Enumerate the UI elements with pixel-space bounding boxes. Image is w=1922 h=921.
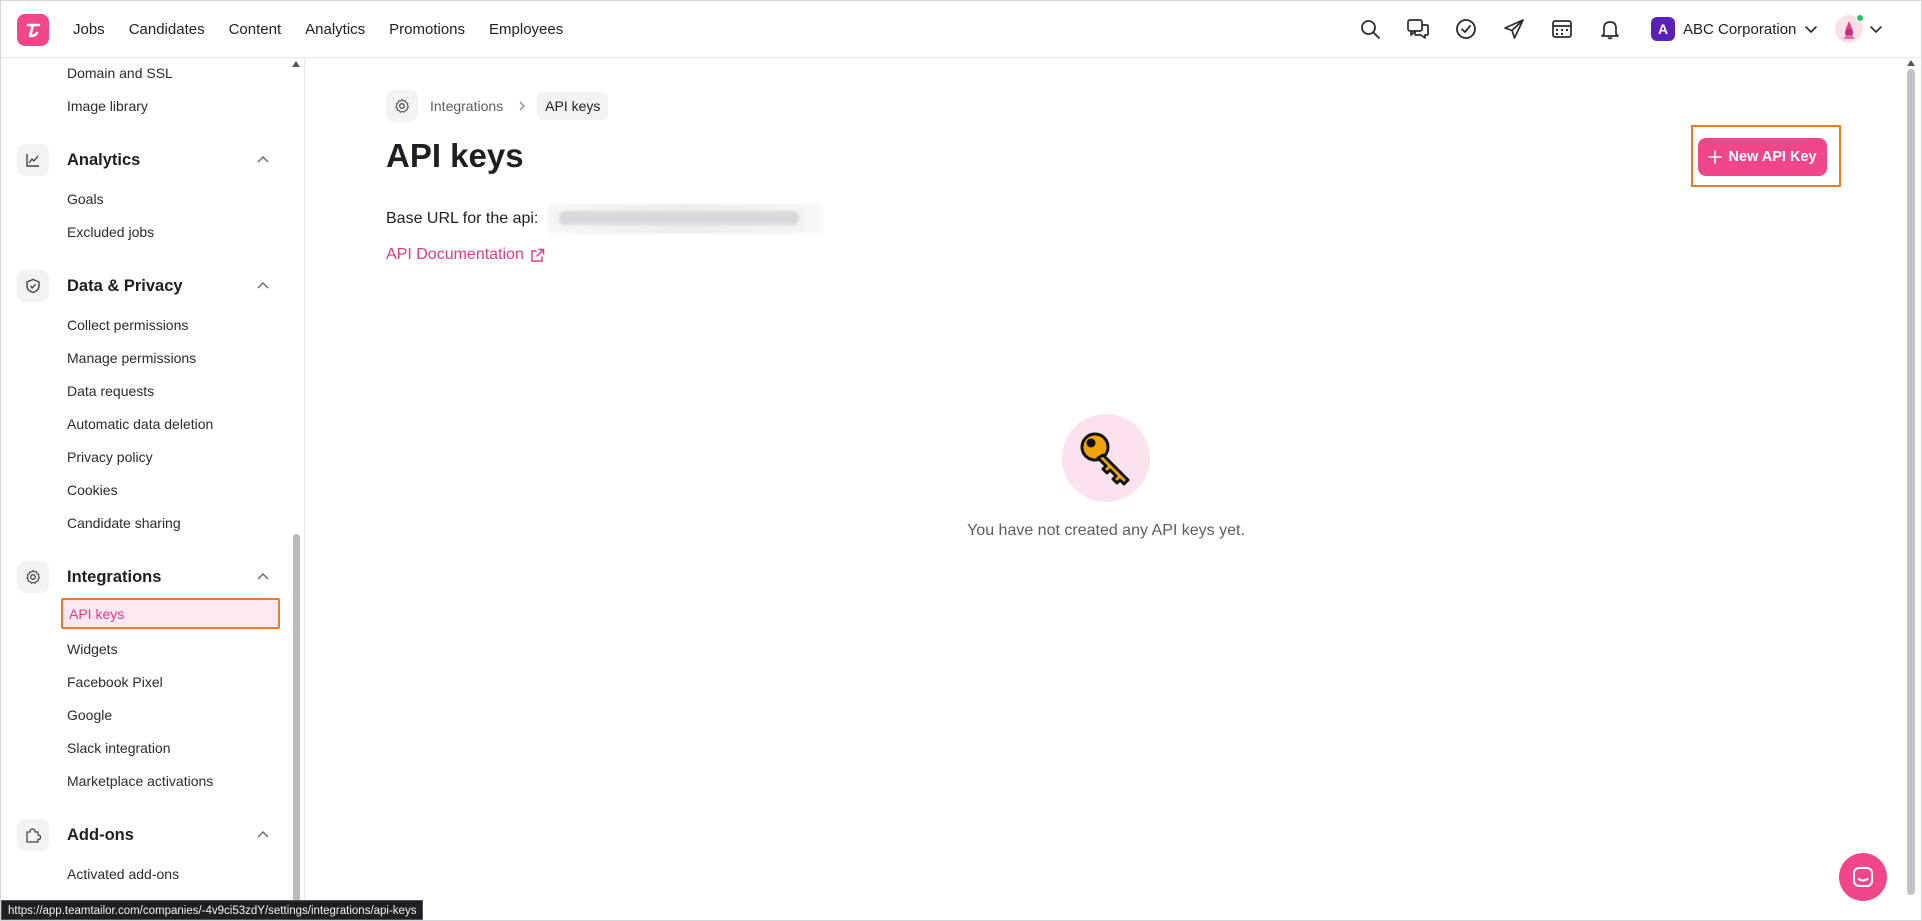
sidebar-item-automatic-data-deletion[interactable]: Automatic data deletion xyxy=(67,416,213,432)
scroll-up-arrow-icon[interactable] xyxy=(292,60,300,68)
sidebar-item-excluded-jobs[interactable]: Excluded jobs xyxy=(67,224,154,240)
sidebar-item-widgets[interactable]: Widgets xyxy=(67,641,118,657)
page-title: API keys xyxy=(386,137,524,174)
base-url-value-redacted xyxy=(547,204,823,234)
page-scroll-up-arrow-icon[interactable] xyxy=(1907,59,1915,67)
sidebar-item-activated-add-ons[interactable]: Activated add-ons xyxy=(67,866,179,882)
company-badge: A xyxy=(1651,17,1675,41)
send-icon[interactable] xyxy=(1502,17,1526,41)
base-url-label: Base URL for the api: xyxy=(386,210,539,227)
sidebar-item-api-keys[interactable]: API keys xyxy=(61,598,280,629)
sidebar-item-marketplace-activations[interactable]: Marketplace activations xyxy=(67,773,213,789)
plus-icon xyxy=(1708,150,1723,164)
messages-icon[interactable] xyxy=(1406,17,1430,41)
sidebar-item-manage-permissions[interactable]: Manage permissions xyxy=(67,350,196,366)
gear-icon xyxy=(17,561,49,593)
puzzle-icon xyxy=(17,819,49,851)
sidebar-item-slack-integration[interactable]: Slack integration xyxy=(67,740,171,756)
breadcrumb: Integrations API keys xyxy=(386,90,609,122)
nav-content[interactable]: Content xyxy=(229,21,282,38)
chevron-up-icon xyxy=(257,282,269,289)
user-menu[interactable] xyxy=(1835,14,1889,43)
teamtailor-logo[interactable] xyxy=(17,14,49,46)
section-label: Analytics xyxy=(67,150,141,169)
bell-icon[interactable] xyxy=(1598,17,1622,41)
sidebar-item-data-requests[interactable]: Data requests xyxy=(67,383,154,399)
sidebar-item-facebook-pixel[interactable]: Facebook Pixel xyxy=(67,674,163,690)
new-api-key-button[interactable]: New API Key xyxy=(1698,138,1827,176)
nav-promotions[interactable]: Promotions xyxy=(389,21,465,38)
api-documentation-link[interactable]: API Documentation xyxy=(386,246,545,264)
sidebar-item-image-library[interactable]: Image library xyxy=(67,98,148,114)
sidebar-item-collect-permissions[interactable]: Collect permissions xyxy=(67,317,188,333)
shield-icon xyxy=(17,270,49,302)
user-avatar-icon xyxy=(1843,21,1855,39)
main-nav: Jobs Candidates Content Analytics Promot… xyxy=(73,1,587,58)
app-window: Jobs Candidates Content Analytics Promot… xyxy=(0,0,1922,921)
api-documentation-label: API Documentation xyxy=(386,246,524,263)
chevron-up-icon xyxy=(257,573,269,580)
calendar-icon[interactable] xyxy=(1550,17,1574,41)
browser-status-bar-url: https://app.teamtailor.com/companies/-4v… xyxy=(1,900,424,920)
section-label: Data & Privacy xyxy=(67,276,183,295)
sidebar-item-cookies[interactable]: Cookies xyxy=(67,482,118,498)
settings-sidebar: Domain and SSL Image library Analytics G… xyxy=(1,58,305,920)
logo-icon xyxy=(26,23,41,38)
company-switcher[interactable]: A ABC Corporation xyxy=(1651,17,1818,41)
nav-candidates[interactable]: Candidates xyxy=(129,21,205,38)
section-label: Integrations xyxy=(67,567,162,586)
sidebar-section-add-ons[interactable]: Add-ons xyxy=(17,819,277,851)
check-circle-icon[interactable] xyxy=(1454,17,1478,41)
sidebar-item-label: API keys xyxy=(69,606,125,622)
online-status-dot xyxy=(1856,14,1864,22)
chart-icon xyxy=(17,144,49,176)
nav-employees[interactable]: Employees xyxy=(489,21,563,38)
chat-icon xyxy=(1853,867,1873,887)
external-link-icon xyxy=(531,248,545,262)
breadcrumb-current: API keys xyxy=(537,92,609,120)
sidebar-item-google[interactable]: Google xyxy=(67,707,112,723)
sidebar-section-analytics[interactable]: Analytics xyxy=(17,144,277,176)
sidebar-section-data-privacy[interactable]: Data & Privacy xyxy=(17,270,277,302)
breadcrumb-integrations[interactable]: Integrations xyxy=(430,98,503,114)
chevron-down-icon xyxy=(1870,26,1882,34)
chevron-down-icon xyxy=(1805,26,1818,34)
new-api-key-label: New API Key xyxy=(1728,149,1817,165)
page-scrollbar[interactable] xyxy=(1907,69,1915,895)
top-navigation-bar: Jobs Candidates Content Analytics Promot… xyxy=(1,1,1921,58)
key-icon xyxy=(1080,432,1130,486)
sidebar-item-domain-ssl[interactable]: Domain and SSL xyxy=(67,65,173,81)
chevron-up-icon xyxy=(257,831,269,838)
empty-state-message: You have not created any API keys yet. xyxy=(967,522,1245,539)
sidebar-scrollbar[interactable] xyxy=(293,534,300,904)
chevron-right-icon xyxy=(519,101,526,111)
empty-state-illustration xyxy=(1062,414,1150,502)
nav-analytics[interactable]: Analytics xyxy=(305,21,365,38)
company-name: ABC Corporation xyxy=(1683,20,1797,38)
avatar xyxy=(1835,14,1864,43)
sidebar-section-integrations[interactable]: Integrations xyxy=(17,561,277,593)
search-icon[interactable] xyxy=(1358,17,1382,41)
chevron-up-icon xyxy=(257,156,269,163)
settings-gear-icon[interactable] xyxy=(386,90,418,122)
chat-launcher-button[interactable] xyxy=(1839,853,1887,901)
nav-jobs[interactable]: Jobs xyxy=(73,21,105,38)
sidebar-item-privacy-policy[interactable]: Privacy policy xyxy=(67,449,153,465)
sidebar-item-goals[interactable]: Goals xyxy=(67,191,104,207)
section-label: Add-ons xyxy=(67,825,134,844)
